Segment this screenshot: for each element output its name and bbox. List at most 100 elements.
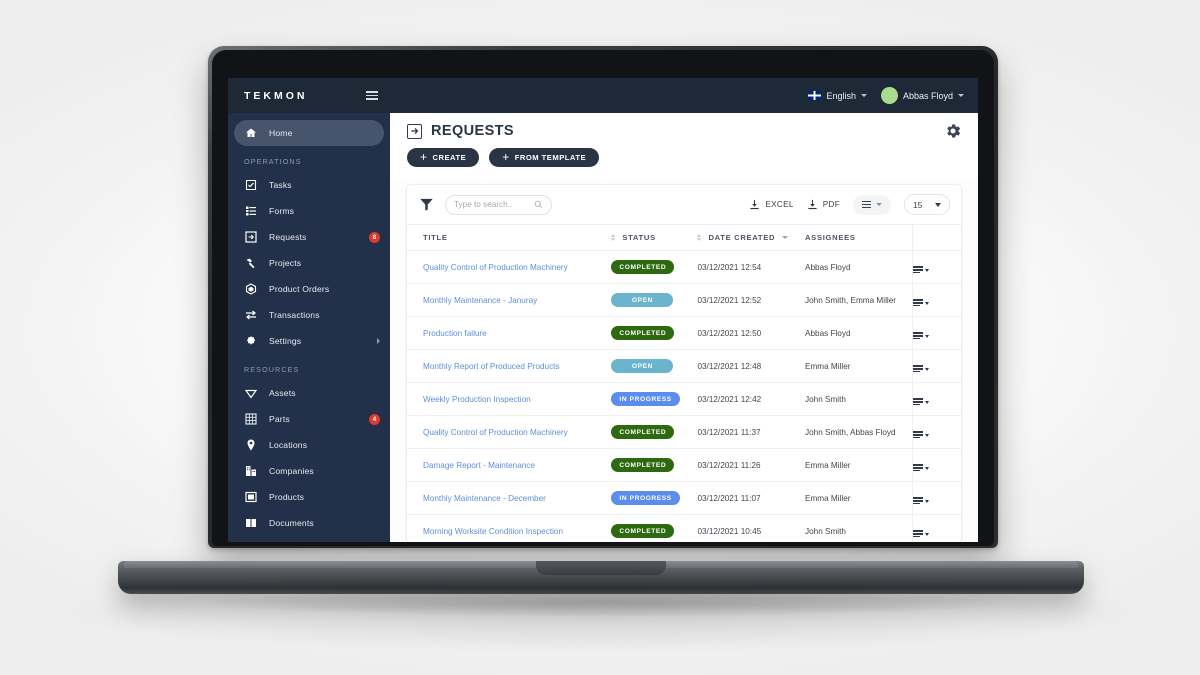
screenshot-scene: TEKMON English Abbas Floyd Home OPERATIO… — [0, 0, 1200, 675]
download-icon — [749, 199, 760, 210]
cell-assignees: Abbas Floyd — [805, 250, 913, 284]
table-body: Quality Control of Production Machinery C… — [407, 250, 961, 542]
app-logo-text: TEKMON — [244, 89, 308, 102]
cell-date-created: 03/12/2021 12:52 — [697, 283, 805, 317]
table-row[interactable]: Morning Worksite Condition Inspection COM… — [407, 514, 961, 542]
sort-toggle-status-icon[interactable] — [697, 233, 702, 242]
status-badge: COMPLETED — [611, 260, 675, 274]
sidebar-item-transactions[interactable]: Transactions — [228, 302, 390, 328]
export-pdf-button[interactable]: PDF — [807, 199, 840, 210]
table-row[interactable]: Monthly Report of Produced Products OPEN 0… — [407, 349, 961, 383]
grid-parts-icon — [244, 413, 257, 426]
cell-title[interactable]: Quality Control of Production Machinery — [407, 250, 612, 284]
search-box[interactable] — [445, 194, 552, 215]
column-header-title[interactable]: TITLE — [407, 224, 612, 251]
page-size-select[interactable]: 15 — [904, 194, 950, 215]
cell-title[interactable]: Morning Worksite Condition Inspection — [407, 514, 612, 542]
sidebar-item-projects[interactable]: Projects — [228, 250, 390, 276]
cell-title[interactable]: Production failure — [407, 316, 612, 350]
diamond-icon — [244, 387, 257, 400]
row-actions-icon[interactable] — [913, 398, 929, 406]
cell-status: OPEN — [611, 283, 698, 317]
requests-arrow-icon — [244, 231, 257, 244]
column-header-status[interactable]: STATUS — [611, 224, 698, 251]
sidebar-item-parts[interactable]: Parts 4 — [228, 406, 390, 432]
row-actions-icon[interactable] — [913, 497, 929, 505]
sidebar-item-product-orders[interactable]: Product Orders — [228, 276, 390, 302]
cell-title[interactable]: Weekly Production Inspection — [407, 382, 612, 416]
cell-status: COMPLETED — [611, 250, 698, 284]
row-actions-icon[interactable] — [913, 332, 929, 340]
sidebar-item-label: Projects — [269, 258, 302, 268]
sort-toggle-title-icon[interactable] — [611, 233, 616, 242]
sidebar-item-assets[interactable]: Assets — [228, 380, 390, 406]
cell-status: COMPLETED — [611, 514, 698, 542]
status-badge: COMPLETED — [611, 458, 675, 472]
funnel-icon[interactable] — [419, 197, 434, 212]
cell-assignees: Abbas Floyd — [805, 316, 913, 350]
table-row[interactable]: Monthly Maintenance - December IN PROGRES… — [407, 481, 961, 515]
user-menu[interactable]: Abbas Floyd — [880, 87, 964, 104]
sidebar-item-home[interactable]: Home — [234, 120, 384, 146]
sidebar-item-documents[interactable]: Documents — [228, 510, 390, 536]
table-row[interactable]: Quality Control of Production Machinery C… — [407, 250, 961, 284]
cell-status: IN PROGRESS — [611, 481, 698, 515]
table-row[interactable]: Weekly Production Inspection IN PROGRESS 0… — [407, 382, 961, 416]
export-excel-button[interactable]: EXCEL — [749, 199, 793, 210]
cell-title[interactable]: Monthly Report of Produced Products — [407, 349, 612, 383]
cell-title[interactable]: Monthly Maintenance - December — [407, 481, 612, 515]
create-button-label: CREATE — [432, 153, 467, 162]
cell-actions — [912, 349, 961, 383]
search-input[interactable] — [454, 200, 528, 209]
table-row[interactable]: Production failure COMPLETED 03/12/2021 12… — [407, 316, 961, 350]
sidebar-item-companies[interactable]: Companies — [228, 458, 390, 484]
create-button[interactable]: + CREATE — [407, 148, 480, 167]
column-header-date-created[interactable]: DATE CREATED — [697, 224, 805, 251]
sidebar-item-forms[interactable]: Forms — [228, 198, 390, 224]
sort-desc-date-icon[interactable] — [782, 236, 789, 239]
table-row[interactable]: Monthly Maintenance - Januray OPEN 03/12/2… — [407, 283, 961, 317]
sidebar-item-locations[interactable]: Locations — [228, 432, 390, 458]
hamburger-icon[interactable] — [366, 91, 378, 100]
cell-status: IN PROGRESS — [611, 382, 698, 416]
from-template-button[interactable]: + FROM TEMPLATE — [489, 148, 600, 167]
column-options-button[interactable] — [853, 194, 891, 215]
cell-actions — [912, 382, 961, 416]
cell-assignees: Emma Miller — [805, 448, 913, 482]
uk-flag-icon — [808, 91, 822, 100]
status-badge: COMPLETED — [611, 425, 675, 439]
language-selector[interactable]: English — [808, 91, 867, 101]
cell-title[interactable]: Monthly Maintenance - Januray — [407, 283, 612, 317]
row-actions-icon[interactable] — [913, 365, 929, 373]
cell-title[interactable]: Quality Control of Production Machinery — [407, 415, 612, 449]
cell-assignees: Emma Miller — [805, 481, 913, 515]
home-icon — [244, 127, 257, 140]
table-row[interactable]: Quality Control of Production Machinery C… — [407, 415, 961, 449]
floor-shadow — [60, 572, 1140, 652]
sidebar-item-settings[interactable]: Settings — [228, 328, 390, 354]
table-row[interactable]: Damage Report - Maintenance COMPLETED 03/1… — [407, 448, 961, 482]
download-icon — [807, 199, 818, 210]
cell-title[interactable]: Damage Report - Maintenance — [407, 448, 612, 482]
row-actions-icon[interactable] — [913, 464, 929, 472]
avatar — [880, 87, 898, 104]
column-header-assignees[interactable]: ASSIGNEES — [805, 224, 913, 251]
sidebar-item-label: Locations — [269, 440, 308, 450]
sidebar-item-label: Parts — [269, 414, 290, 424]
requests-table: TITLE STATUS DATE CREATED ASSIGNEES Qual… — [407, 224, 961, 542]
laptop-mockup: TEKMON English Abbas Floyd Home OPERATIO… — [0, 0, 1200, 675]
export-pdf-label: PDF — [822, 200, 840, 209]
sidebar-item-label: Home — [269, 128, 293, 138]
sidebar-item-tasks[interactable]: Tasks — [228, 172, 390, 198]
sidebar-section-operations: OPERATIONS — [244, 157, 302, 166]
columns-menu-icon — [862, 200, 871, 209]
gear-icon[interactable] — [944, 122, 962, 140]
row-actions-icon[interactable] — [913, 431, 929, 439]
cell-assignees: John Smith, Emma Miller — [805, 283, 913, 317]
sidebar-item-products[interactable]: Products — [228, 484, 390, 510]
row-actions-icon[interactable] — [913, 299, 929, 307]
row-actions-icon[interactable] — [913, 530, 929, 538]
row-actions-icon[interactable] — [913, 266, 929, 274]
sidebar-item-requests[interactable]: Requests 8 — [228, 224, 390, 250]
cell-actions — [912, 283, 961, 317]
